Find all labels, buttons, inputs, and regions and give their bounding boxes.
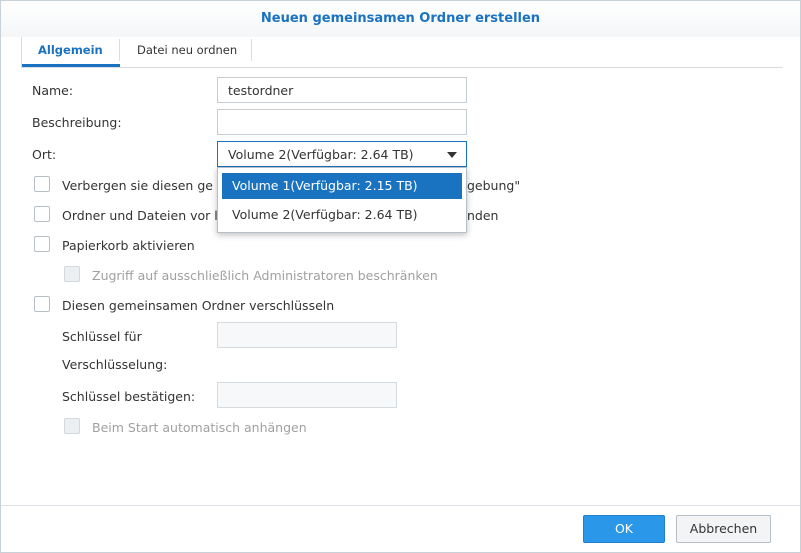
confirm-key-input[interactable] [217, 382, 397, 408]
footer-divider [1, 505, 800, 506]
hide-subfolders-label: Ordner und Dateien vor l [62, 208, 218, 223]
recycle-bin-label: Papierkorb aktivieren [62, 238, 195, 253]
encrypt-checkbox[interactable] [34, 296, 50, 312]
auto-mount-checkbox [64, 418, 80, 434]
active-tab-indicator [22, 64, 120, 67]
tab-bar: Allgemein Datei neu ordnen [21, 37, 783, 68]
restrict-admin-label: Zugriff auf ausschließlich Administrator… [92, 268, 438, 283]
auto-mount-label: Beim Start automatisch anhängen [92, 420, 307, 435]
hide-folder-checkbox[interactable] [34, 176, 50, 192]
location-select[interactable]: Volume 2(Verfügbar: 2.64 TB) [217, 141, 467, 167]
location-option-volume-1[interactable]: Volume 1(Verfügbar: 2.15 TB) [222, 173, 462, 199]
description-label: Beschreibung: [32, 115, 122, 130]
description-input[interactable] [217, 109, 467, 135]
ok-button[interactable]: OK [583, 515, 665, 543]
name-label: Name: [32, 83, 74, 98]
encryption-key-label-line2: Verschlüsselung: [62, 357, 168, 372]
tab-datei-neu-ordnen[interactable]: Datei neu ordnen [121, 37, 253, 67]
tab-divider [119, 39, 120, 61]
hide-subfolders-label-tail: nden [467, 208, 499, 223]
location-label: Ort: [32, 147, 57, 162]
location-option-volume-2[interactable]: Volume 2(Verfügbar: 2.64 TB) [222, 202, 462, 228]
create-shared-folder-dialog: Neuen gemeinsamen Ordner erstellen Allge… [0, 0, 801, 553]
encryption-key-label-line1: Schlüssel für [62, 329, 142, 344]
hide-folder-label-tail: gebung" [467, 178, 521, 193]
tab-allgemein[interactable]: Allgemein [21, 37, 119, 67]
confirm-key-label: Schlüssel bestätigen: [62, 389, 196, 404]
location-dropdown-list: Volume 1(Verfügbar: 2.15 TB) Volume 2(Ve… [217, 167, 467, 233]
cancel-button[interactable]: Abbrechen [676, 515, 771, 543]
dialog-title: Neuen gemeinsamen Ordner erstellen [260, 11, 541, 26]
hide-folder-label: Verbergen sie diesen ge [62, 178, 213, 193]
hide-subfolders-checkbox[interactable] [34, 206, 50, 222]
chevron-down-icon[interactable] [447, 152, 457, 158]
name-input[interactable]: testordner [217, 77, 467, 103]
recycle-bin-checkbox[interactable] [34, 236, 50, 252]
restrict-admin-checkbox [64, 266, 80, 282]
location-select-value: Volume 2(Verfügbar: 2.64 TB) [228, 147, 414, 162]
dialog-titlebar[interactable]: Neuen gemeinsamen Ordner erstellen [1, 1, 800, 37]
encryption-key-input[interactable] [217, 322, 397, 348]
tab-divider [251, 39, 252, 61]
encrypt-label: Diesen gemeinsamen Ordner verschlüsseln [62, 298, 335, 313]
